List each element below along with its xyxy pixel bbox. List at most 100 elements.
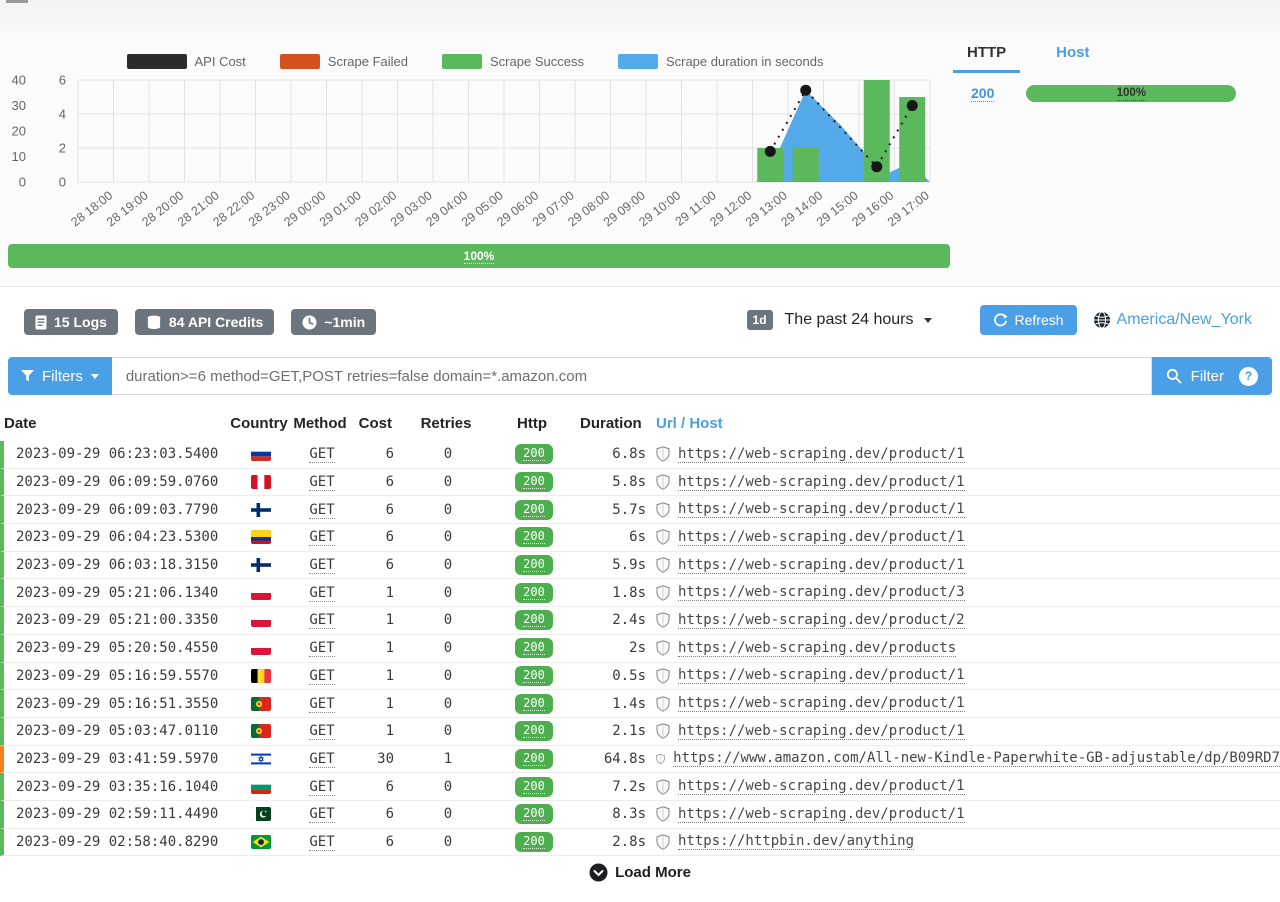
filter-submit-button[interactable]: Filter ? [1152, 357, 1272, 395]
http-status-badge[interactable]: 200 [515, 610, 553, 630]
method-link[interactable]: GET [309, 502, 334, 519]
retries-value: 0 [408, 502, 488, 518]
url-cell: https://web-scraping.dev/product/1 [656, 501, 1280, 518]
duration-value: 6s [580, 529, 656, 545]
method-link[interactable]: GET [309, 529, 334, 546]
flag-fi-icon [251, 558, 271, 572]
http-status-badge[interactable]: 200 [515, 638, 553, 658]
flag-bg-icon [251, 780, 271, 794]
tab-http[interactable]: HTTP [953, 44, 1020, 73]
url-link[interactable]: https://web-scraping.dev/product/1 [678, 806, 965, 823]
log-row: 2023-09-29 05:21:00.3350GET102002.4shttp… [0, 607, 1280, 635]
country-cell [230, 724, 292, 738]
url-link[interactable]: https://web-scraping.dev/product/1 [678, 723, 965, 740]
retries-value: 0 [408, 668, 488, 684]
url-cell: https://web-scraping.dev/product/1 [656, 806, 1280, 823]
http-status-badge[interactable]: 200 [515, 444, 553, 464]
http-status-badge[interactable]: 200 [515, 555, 553, 575]
log-date: 2023-09-29 03:35:16.1040 [4, 779, 230, 795]
url-cell: https://web-scraping.dev/product/1 [656, 446, 1280, 463]
cost-value: 6 [352, 834, 408, 850]
http-status-badge[interactable]: 200 [515, 694, 553, 714]
refresh-button[interactable]: Refresh [980, 305, 1077, 335]
url-link[interactable]: https://web-scraping.dev/product/1 [678, 501, 965, 518]
method-link[interactable]: GET [309, 834, 334, 851]
retries-value: 0 [408, 474, 488, 490]
retries-value: 0 [408, 612, 488, 628]
log-row: 2023-09-29 05:03:47.0110GET102002.1shttp… [0, 718, 1280, 746]
method-link[interactable]: GET [309, 668, 334, 685]
method-link[interactable]: GET [309, 585, 334, 602]
col-header-url[interactable]: Url / Host [652, 415, 1280, 432]
http-status-badge[interactable]: 200 [515, 804, 553, 824]
url-link[interactable]: https://web-scraping.dev/product/1 [678, 557, 965, 574]
country-cell [230, 780, 292, 794]
country-cell [230, 641, 292, 655]
method-link[interactable]: GET [309, 751, 334, 768]
method-cell: GET [292, 668, 352, 684]
log-table-body: 2023-09-29 06:23:03.5400GET602006.8shttp… [0, 441, 1280, 856]
log-table: DateCountryMethodCostRetriesHttpDuration… [0, 409, 1280, 856]
http-status-badge[interactable]: 200 [515, 583, 553, 603]
method-link[interactable]: GET [309, 446, 334, 463]
method-link[interactable]: GET [309, 779, 334, 796]
url-link[interactable]: https://web-scraping.dev/product/1 [678, 778, 965, 795]
log-date: 2023-09-29 06:03:18.3150 [4, 557, 230, 573]
filters-dropdown-button[interactable]: Filters [8, 357, 112, 395]
status-200-link[interactable]: 200 [971, 85, 994, 102]
chevron-down-icon[interactable] [924, 318, 932, 323]
url-link[interactable]: https://web-scraping.dev/product/2 [678, 612, 965, 629]
url-link[interactable]: https://web-scraping.dev/product/1 [678, 446, 965, 463]
duration-value: 0.5s [580, 668, 656, 684]
col-header-country: Country [226, 415, 288, 432]
method-link[interactable]: GET [309, 557, 334, 574]
timezone-link[interactable]: America/New_York [1117, 311, 1252, 329]
url-link[interactable]: https://web-scraping.dev/product/3 [678, 584, 965, 601]
flag-be-icon [251, 669, 271, 683]
shield-icon [656, 696, 670, 712]
http-status-badge[interactable]: 200 [515, 666, 553, 686]
log-date: 2023-09-29 05:16:51.3550 [4, 696, 230, 712]
method-link[interactable]: GET [309, 696, 334, 713]
http-status-badge[interactable]: 200 [515, 500, 553, 520]
url-link[interactable]: https://web-scraping.dev/product/1 [678, 529, 965, 546]
col-header-cost: Cost [348, 415, 404, 432]
legend-label: API Cost [195, 54, 246, 69]
method-link[interactable]: GET [309, 640, 334, 657]
coins-icon [146, 315, 162, 330]
method-cell: GET [292, 529, 352, 545]
method-link[interactable]: GET [309, 612, 334, 629]
svg-text:40: 40 [12, 73, 26, 88]
help-icon[interactable]: ? [1239, 367, 1258, 386]
http-status-badge[interactable]: 200 [515, 777, 553, 797]
duration-value: 5.7s [580, 502, 656, 518]
log-date: 2023-09-29 02:59:11.4490 [4, 806, 230, 822]
http-cell: 200 [488, 500, 580, 520]
method-link[interactable]: GET [309, 474, 334, 491]
log-row: 2023-09-29 06:03:18.3150GET602005.9shttp… [0, 552, 1280, 580]
country-cell [230, 558, 292, 572]
http-status-badge[interactable]: 200 [515, 472, 553, 492]
method-cell: GET [292, 751, 352, 767]
url-link[interactable]: https://www.amazon.com/All-new-Kindle-Pa… [673, 750, 1280, 767]
url-link[interactable]: https://web-scraping.dev/product/1 [678, 695, 965, 712]
duration-value: 8.3s [580, 806, 656, 822]
filter-query-input[interactable] [112, 357, 1152, 395]
http-status-badge[interactable]: 200 [515, 527, 553, 547]
url-link[interactable]: https://web-scraping.dev/product/1 [678, 667, 965, 684]
method-link[interactable]: GET [309, 723, 334, 740]
http-status-badge[interactable]: 200 [515, 832, 553, 852]
scrape-activity-chart: 403020100642028 18:0028 19:0028 20:0028 … [0, 68, 945, 238]
http-status-badge[interactable]: 200 [515, 749, 553, 769]
load-more-button[interactable]: Load More [0, 863, 1280, 882]
duration-value: 5.8s [580, 474, 656, 490]
stats-row: 15 Logs 84 API Credits ~1min 1d The past… [0, 287, 1280, 357]
url-link[interactable]: https://web-scraping.dev/product/1 [678, 474, 965, 491]
method-link[interactable]: GET [309, 806, 334, 823]
http-status-badge[interactable]: 200 [515, 721, 553, 741]
log-row: 2023-09-29 06:23:03.5400GET602006.8shttp… [0, 441, 1280, 469]
url-link[interactable]: https://web-scraping.dev/products [678, 640, 956, 657]
url-link[interactable]: https://httpbin.dev/anything [678, 833, 914, 850]
tab-host[interactable]: Host [1042, 44, 1103, 73]
time-range-dropdown[interactable]: The past 24 hours [785, 311, 914, 329]
